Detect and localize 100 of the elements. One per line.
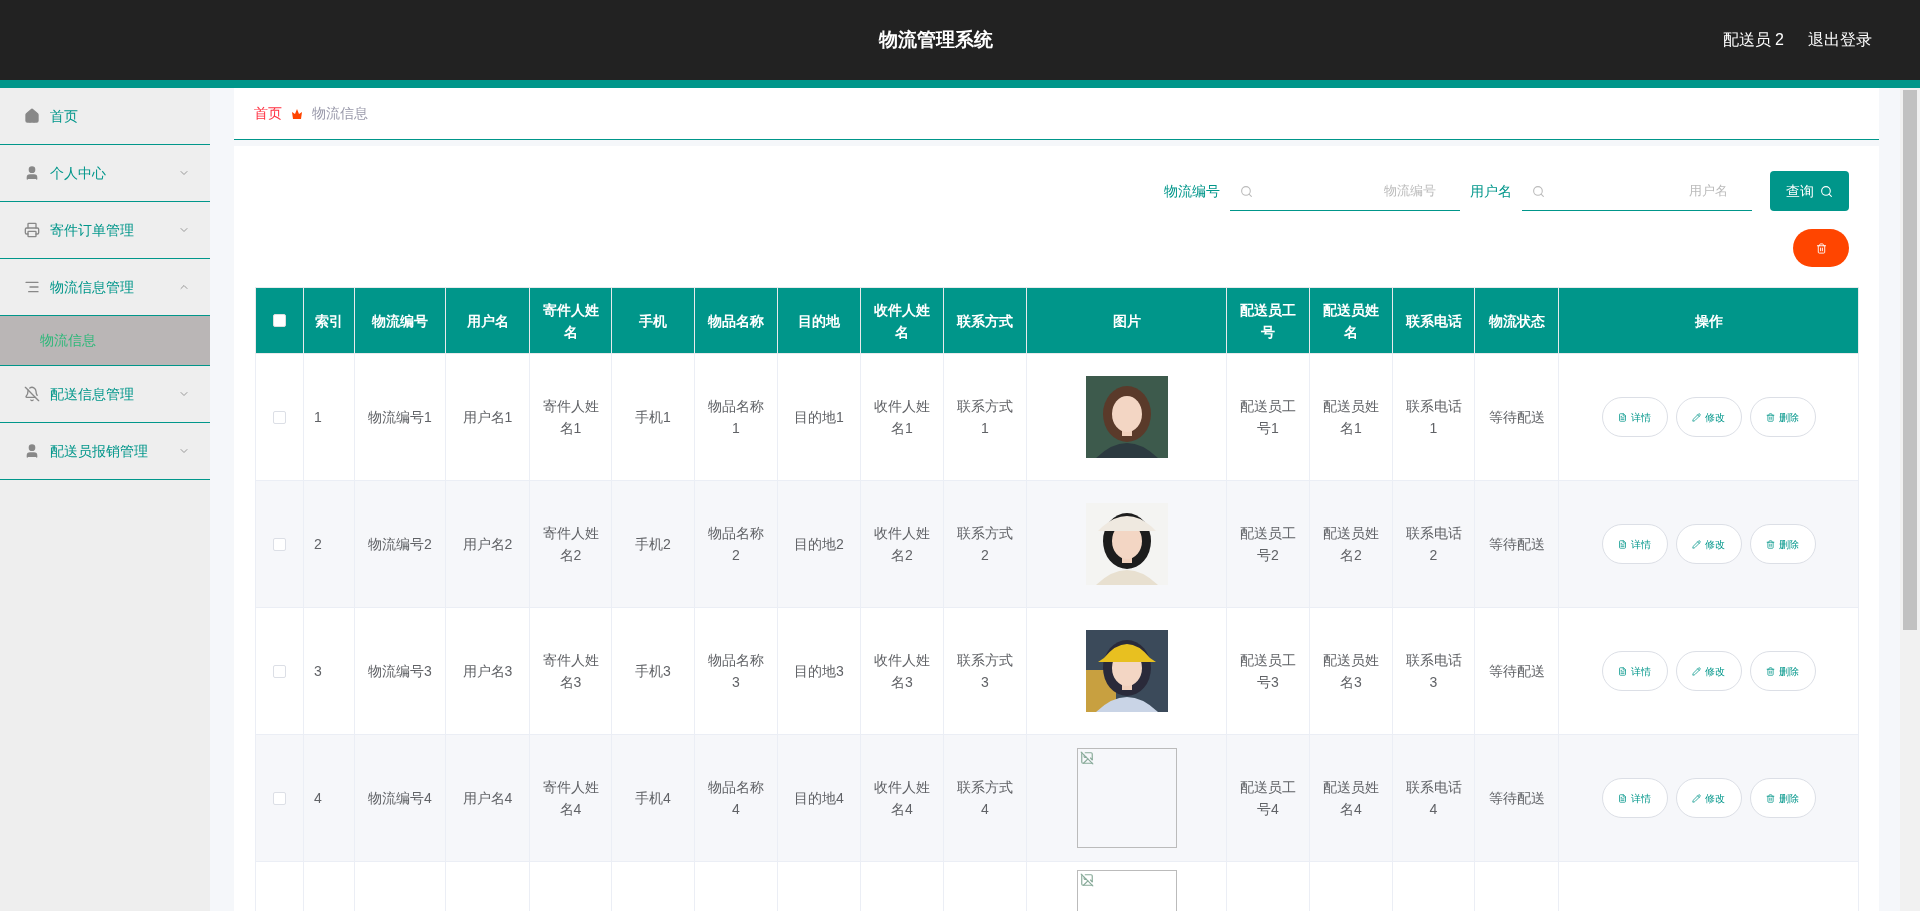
trash-icon	[1766, 412, 1775, 422]
row-checkbox[interactable]	[273, 664, 286, 678]
table-cell: 物品名称4	[708, 779, 764, 817]
action-button[interactable]: 修改	[1675, 778, 1742, 818]
table-cell: 寄件人姓名1	[542, 398, 599, 436]
action-button[interactable]: 详情	[1601, 397, 1668, 437]
logout-link[interactable]: 退出登录	[1808, 28, 1872, 52]
select-all-checkbox[interactable]	[273, 314, 286, 327]
table-cell: 配送员姓名3	[1323, 652, 1379, 690]
table-cell: 手机3	[635, 663, 671, 679]
action-button[interactable]: 删除	[1749, 651, 1816, 691]
scrollbar-thumb[interactable]	[1903, 90, 1917, 630]
sidebar-item[interactable]: 配送员报销管理	[0, 423, 210, 480]
user-icon	[24, 443, 40, 459]
column-header: 收件人姓名	[874, 301, 930, 340]
menu-icon	[24, 279, 40, 295]
table-cell: 物流编号3	[368, 663, 432, 679]
action-button[interactable]: 修改	[1675, 651, 1742, 691]
table-cell: 联系电话3	[1405, 652, 1462, 690]
column-header: 物流编号	[372, 312, 428, 329]
search-icon	[1820, 184, 1833, 198]
table-cell: 寄件人姓名3	[542, 652, 599, 690]
pencil-icon	[1692, 666, 1701, 676]
trash-icon	[1766, 666, 1775, 676]
table-cell: 目的地4	[794, 790, 844, 806]
table-cell: 等待配送	[1488, 663, 1545, 679]
table-cell: 配送员工号2	[1240, 525, 1296, 563]
column-header: 配送员姓名	[1323, 301, 1379, 340]
table-cell: 收件人姓名3	[874, 652, 930, 690]
action-button[interactable]: 删除	[1749, 778, 1816, 818]
delete-button[interactable]	[1793, 229, 1849, 267]
action-button[interactable]: 详情	[1601, 524, 1668, 564]
search-field[interactable]: 物流编号	[1230, 171, 1460, 211]
action-button[interactable]: 修改	[1675, 397, 1742, 437]
document-icon	[1618, 412, 1627, 422]
table-cell: 配送员工号1	[1240, 398, 1296, 436]
table-cell: 收件人姓名4	[874, 779, 930, 817]
table-cell: 配送员姓名4	[1323, 779, 1379, 817]
search-label: 用户名	[1470, 181, 1512, 201]
column-header: 联系电话	[1405, 312, 1462, 329]
trash-icon	[1815, 242, 1827, 254]
row-checkbox[interactable]	[273, 410, 286, 424]
search-label: 物流编号	[1164, 181, 1220, 201]
action-button[interactable]: 修改	[1675, 524, 1742, 564]
document-icon	[1618, 666, 1627, 676]
column-header: 用户名	[466, 312, 509, 329]
search-field[interactable]: 用户名	[1522, 171, 1752, 211]
search-icon	[1240, 185, 1253, 198]
table-cell: 等待配送	[1488, 790, 1545, 806]
pencil-icon	[1692, 539, 1701, 549]
crown-icon	[292, 108, 302, 119]
action-button[interactable]: 删除	[1749, 397, 1816, 437]
column-header: 物流状态	[1488, 312, 1545, 329]
breadcrumb-link[interactable]: 物流信息	[312, 103, 368, 124]
table-cell: 配送员工号4	[1240, 779, 1296, 817]
table-cell: 等待配送	[1488, 409, 1545, 425]
sidebar-item[interactable]: 寄件订单管理	[0, 202, 210, 259]
column-header: 配送员工号	[1240, 301, 1296, 340]
action-button[interactable]: 详情	[1601, 778, 1668, 818]
table-cell: 3	[314, 663, 322, 679]
table-cell: 配送员姓名1	[1323, 398, 1379, 436]
pencil-icon	[1692, 793, 1701, 803]
table-cell: 手机4	[635, 790, 671, 806]
column-header: 物品名称	[708, 312, 764, 329]
table-cell: 物流编号4	[368, 790, 432, 806]
table-cell: 物流编号2	[368, 536, 432, 552]
column-header: 索引	[315, 312, 343, 329]
action-button[interactable]: 详情	[1601, 651, 1668, 691]
table-cell: 2	[314, 536, 322, 552]
printer-icon	[24, 222, 40, 238]
sidebar-item[interactable]: 配送信息管理	[0, 366, 210, 423]
sidebar-item[interactable]: 首页	[0, 88, 210, 145]
column-header: 目的地	[798, 312, 840, 329]
trash-icon	[1766, 539, 1775, 549]
table-cell: 联系方式4	[957, 779, 1013, 817]
app-title: 物流管理系统	[879, 27, 993, 52]
table-cell: 目的地3	[794, 663, 844, 679]
table-cell: 用户名3	[462, 663, 513, 679]
row-checkbox[interactable]	[273, 537, 286, 551]
user-icon	[24, 165, 40, 181]
action-button[interactable]: 删除	[1749, 524, 1816, 564]
table-cell: 手机2	[635, 536, 671, 552]
breadcrumb-link[interactable]: 首页	[254, 103, 282, 124]
sidebar-item[interactable]: 个人中心	[0, 145, 210, 202]
row-checkbox[interactable]	[273, 791, 286, 805]
broken-image-icon	[1079, 751, 1094, 765]
table-cell: 1	[314, 409, 322, 425]
column-header: 联系方式	[957, 312, 1013, 329]
query-button[interactable]: 查询	[1770, 171, 1849, 211]
column-header: 图片	[1112, 312, 1141, 329]
table-cell: 等待配送	[1488, 536, 1545, 552]
table-cell: 寄件人姓名4	[542, 779, 599, 817]
home-icon	[24, 108, 40, 124]
table-cell: 寄件人姓名2	[542, 525, 599, 563]
table-cell: 物品名称2	[708, 525, 764, 563]
table-cell: 收件人姓名1	[874, 398, 930, 436]
table-cell: 用户名4	[462, 790, 513, 806]
table-cell: 手机1	[635, 409, 671, 425]
pencil-icon	[1692, 412, 1701, 422]
table-cell: 目的地2	[794, 536, 844, 552]
